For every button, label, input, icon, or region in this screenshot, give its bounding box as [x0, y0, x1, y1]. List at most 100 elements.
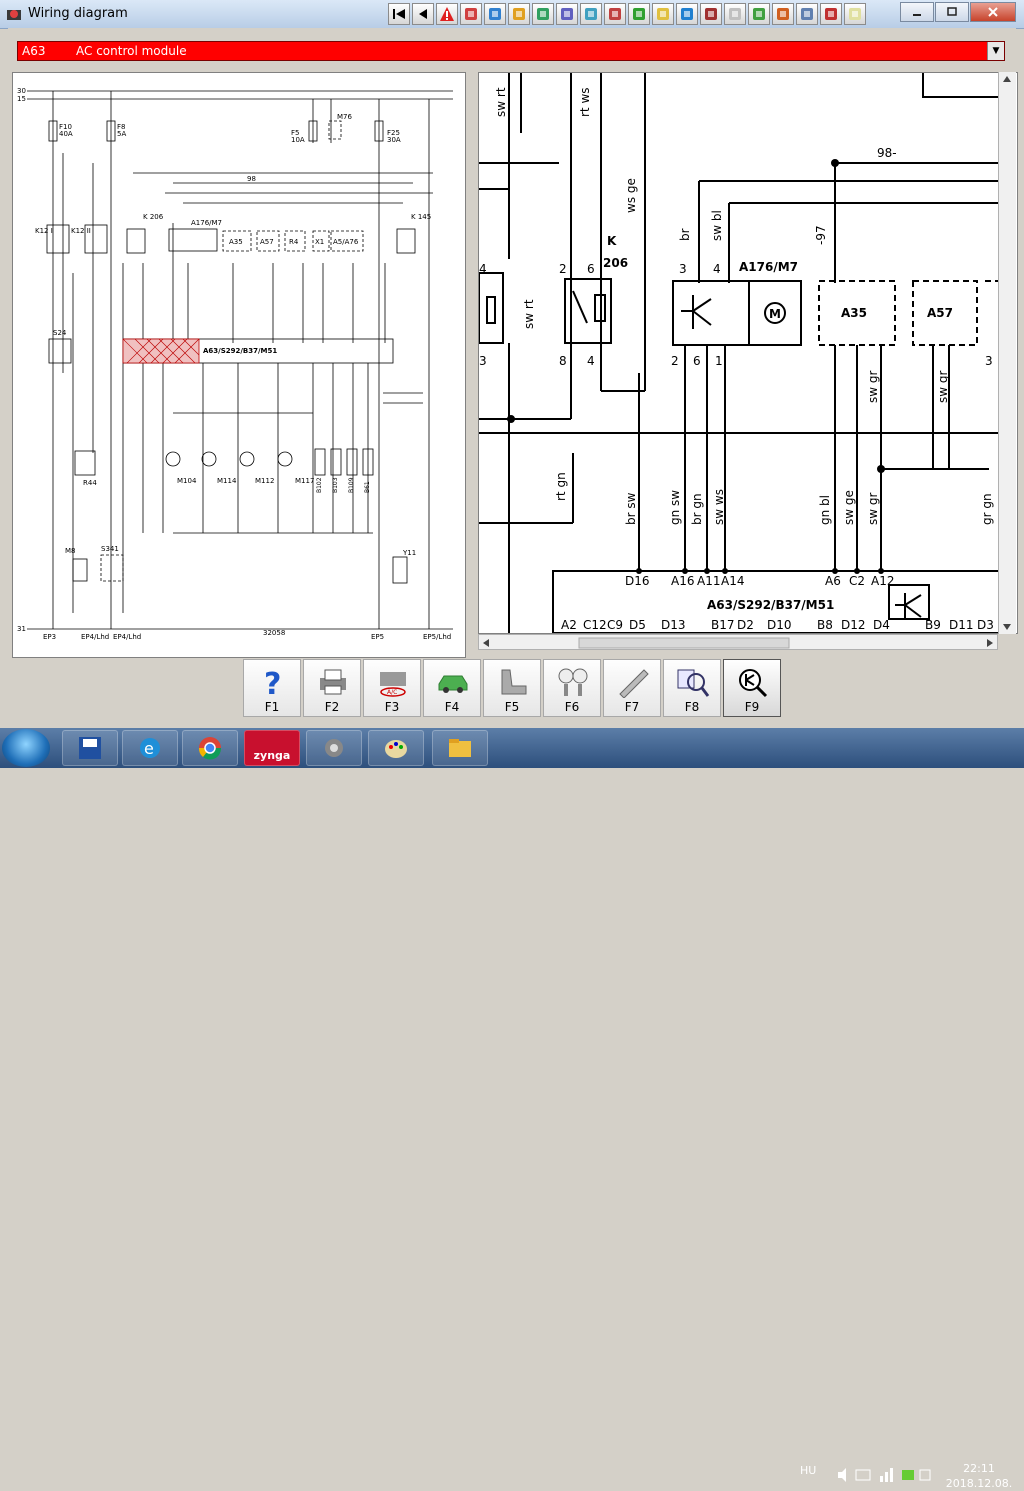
- relay-label: K12 II: [71, 227, 91, 235]
- minimize-button[interactable]: [900, 2, 934, 22]
- counter-icon[interactable]: [676, 3, 698, 25]
- battery-icon[interactable]: [700, 3, 722, 25]
- pin-number: 2: [559, 262, 567, 276]
- module-code: A63: [22, 44, 46, 58]
- function-key-f4[interactable]: F4: [423, 659, 481, 717]
- maximize-button[interactable]: [935, 2, 969, 22]
- wire-label: rt ws: [578, 87, 592, 117]
- wire-label: gn sw: [668, 490, 682, 525]
- component-label: M117: [295, 477, 314, 485]
- component-label: B103: [332, 477, 339, 493]
- component-label: M8: [65, 547, 76, 555]
- relay-label: 206: [603, 256, 628, 270]
- rail-label-30: 30: [17, 87, 26, 95]
- explorer-app-icon[interactable]: [432, 730, 488, 766]
- tree-icon[interactable]: [628, 3, 650, 25]
- pin-label: D13: [661, 618, 686, 632]
- pin-number: 3: [679, 262, 687, 276]
- function-key-label: F7: [624, 700, 640, 714]
- flag-icon[interactable]: [460, 3, 482, 25]
- wire-label: -97: [814, 225, 828, 245]
- zoomed-diagram-panel[interactable]: M K 206 A176/M7 A35 A57 98- 4 3 2 6 8 4 …: [478, 72, 1018, 634]
- document-icon[interactable]: [772, 3, 794, 25]
- component-label: S24: [53, 329, 67, 337]
- close-button[interactable]: [970, 2, 1016, 22]
- rail-label-31: 31: [17, 625, 26, 633]
- function-key-f6[interactable]: F6: [543, 659, 601, 717]
- ground-label: EP4/Lhd: [113, 633, 141, 641]
- wrench-icon[interactable]: [580, 3, 602, 25]
- component-label: A5/A76: [333, 238, 359, 246]
- function-key-f7[interactable]: F7: [603, 659, 661, 717]
- component-label: A176/M7: [739, 260, 798, 274]
- pin-label: D12: [841, 618, 866, 632]
- function-key-f1[interactable]: ? F1: [243, 659, 301, 717]
- wire-label: sw ge: [842, 490, 856, 525]
- pin-number: 3: [479, 354, 487, 368]
- notes-icon[interactable]: [844, 3, 866, 25]
- function-key-f9[interactable]: F9: [723, 659, 781, 717]
- component-label: S341: [101, 545, 119, 553]
- seat-icon: [501, 669, 527, 695]
- ie-app-icon[interactable]: e: [122, 730, 178, 766]
- gear-icon[interactable]: [508, 3, 530, 25]
- zoom-component-icon: [739, 669, 768, 698]
- exchange-icon[interactable]: [724, 3, 746, 25]
- person-icon[interactable]: [532, 3, 554, 25]
- function-key-label: F4: [444, 700, 460, 714]
- function-key-f8[interactable]: F8: [663, 659, 721, 717]
- save-app-icon[interactable]: [62, 730, 118, 766]
- pin-label: B8: [817, 618, 833, 632]
- zynga-app-icon[interactable]: zynga: [244, 730, 300, 766]
- wire-label: sw bl: [710, 210, 724, 241]
- pin-label: B17: [711, 618, 735, 632]
- chevron-down-icon[interactable]: ▼: [987, 42, 1004, 60]
- warning-icon[interactable]: [436, 3, 458, 25]
- ac-icon[interactable]: [820, 3, 842, 25]
- ground-label: EP5: [371, 633, 384, 641]
- ac-system-icon: A/C: [380, 672, 406, 697]
- hand-icon[interactable]: [652, 3, 674, 25]
- overview-diagram-panel[interactable]: 30 15 31 F10 40A F8 5A F5 10A F25 30A M7…: [12, 72, 466, 658]
- time: 22:11: [963, 1462, 995, 1475]
- settings-app-icon[interactable]: [306, 730, 362, 766]
- wire-label: ws ge: [624, 178, 638, 213]
- first-icon[interactable]: [388, 3, 410, 25]
- prev-icon[interactable]: [412, 3, 434, 25]
- language-indicator[interactable]: HU: [800, 1464, 816, 1477]
- clock[interactable]: 22:11 2018.12.08.: [944, 1461, 1014, 1491]
- component-label: Y11: [402, 549, 416, 557]
- pin-label: B9: [925, 618, 941, 632]
- component-label: B109: [348, 477, 355, 493]
- function-key-f5[interactable]: F5: [483, 659, 541, 717]
- chrome-app-icon[interactable]: [182, 730, 238, 766]
- function-key-f3[interactable]: A/C F3: [363, 659, 421, 717]
- engine-icon[interactable]: [796, 3, 818, 25]
- ground-label: EP4/Lhd: [81, 633, 109, 641]
- fuse-rating: 30A: [387, 136, 401, 144]
- module-selector[interactable]: A63 AC control module ▼: [17, 41, 1005, 61]
- tool-icon[interactable]: [484, 3, 506, 25]
- bulb-icon[interactable]: [748, 3, 770, 25]
- horizontal-scrollbar[interactable]: [478, 634, 998, 650]
- vertical-scrollbar[interactable]: [998, 72, 1016, 634]
- checklist-icon[interactable]: [604, 3, 626, 25]
- function-key-f2[interactable]: F2: [303, 659, 361, 717]
- paint-app-icon[interactable]: [368, 730, 424, 766]
- start-button[interactable]: [2, 729, 50, 767]
- component-label: M112: [255, 477, 274, 485]
- help-icon: ?: [264, 667, 281, 698]
- fuse-rating: 40A: [59, 130, 73, 138]
- window-controls: [899, 2, 1016, 22]
- zynga-label: zynga: [253, 748, 291, 762]
- relay-label: K12 I: [35, 227, 53, 235]
- gauge-icon[interactable]: [556, 3, 578, 25]
- component-label: M104: [177, 477, 197, 485]
- wire-label: 98: [247, 175, 256, 183]
- relay-label: K 145: [411, 213, 431, 221]
- svg-text:e: e: [144, 739, 154, 758]
- rail-label-15: 15: [17, 95, 26, 103]
- wire-label: br sw: [624, 492, 638, 525]
- function-key-label: F8: [684, 700, 700, 714]
- pin-label: C12: [583, 618, 607, 632]
